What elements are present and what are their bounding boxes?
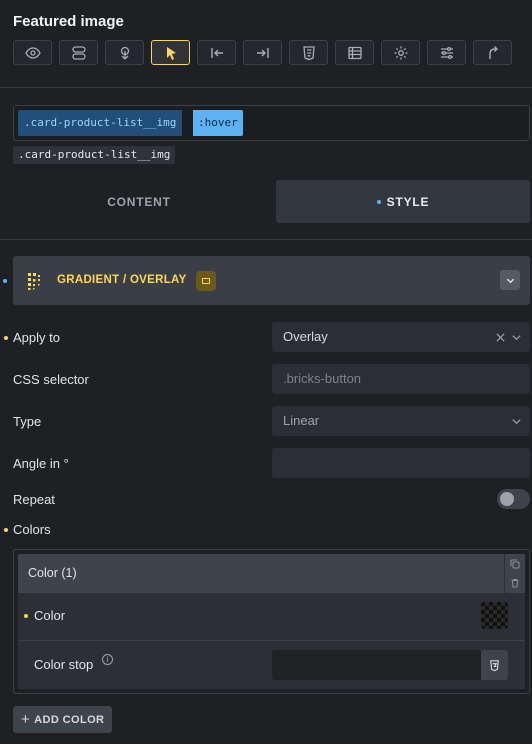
add-color-label: ADD COLOR bbox=[34, 713, 105, 726]
arrow-right-bar-icon bbox=[256, 47, 269, 58]
apply-to-value: Overlay bbox=[283, 329, 328, 344]
toolbar bbox=[13, 40, 512, 65]
color-swatch[interactable] bbox=[481, 602, 508, 629]
repeater-item-header[interactable]: Color (1) bbox=[18, 554, 504, 593]
gradient-icon bbox=[28, 273, 40, 290]
clear-icon[interactable] bbox=[495, 332, 506, 343]
angle-input[interactable] bbox=[272, 448, 530, 478]
trash-icon[interactable] bbox=[510, 578, 520, 588]
chevron-down-icon[interactable] bbox=[500, 270, 520, 290]
list-icon bbox=[347, 46, 362, 59]
apply-to-label: Apply to bbox=[13, 330, 60, 345]
toolbar-export-button[interactable] bbox=[473, 40, 512, 65]
selector-chip[interactable]: .card-product-list__img bbox=[18, 110, 183, 136]
plus-icon: + bbox=[21, 711, 31, 728]
arrow-up-turn-icon bbox=[488, 45, 498, 59]
type-label: Type bbox=[13, 414, 42, 429]
toolbar-before-button[interactable] bbox=[197, 40, 236, 65]
toggle-icon bbox=[71, 45, 86, 60]
eye-icon bbox=[24, 46, 41, 59]
toolbar-toggle-button[interactable] bbox=[59, 40, 98, 65]
toolbar-settings-button[interactable] bbox=[381, 40, 420, 65]
tab-style[interactable]: STYLE bbox=[276, 180, 530, 223]
toolbar-touch-button[interactable] bbox=[105, 40, 144, 65]
css-selector-label: CSS selector bbox=[13, 372, 89, 387]
control-group-gradient[interactable]: GRADIENT / OVERLAY bbox=[13, 256, 530, 305]
modified-dot bbox=[3, 279, 7, 283]
info-icon[interactable]: i bbox=[102, 654, 113, 665]
panel-title: Featured image bbox=[13, 13, 124, 30]
toolbar-html-button[interactable] bbox=[289, 40, 328, 65]
divider bbox=[18, 640, 525, 641]
color-label: Color bbox=[34, 608, 66, 623]
color-stop-input[interactable] bbox=[272, 650, 481, 680]
tab-content[interactable]: CONTENT bbox=[5, 180, 273, 223]
add-color-button[interactable]: + ADD COLOR bbox=[13, 706, 113, 733]
toolbar-list-button[interactable] bbox=[335, 40, 374, 65]
modified-dot bbox=[376, 199, 381, 204]
toggle-knob bbox=[500, 492, 514, 506]
repeat-toggle[interactable] bbox=[497, 489, 530, 509]
repeat-label: Repeat bbox=[13, 492, 55, 507]
group-badge-icon bbox=[196, 271, 216, 291]
modified-dot bbox=[4, 528, 8, 532]
arrow-left-bar-icon bbox=[210, 47, 223, 58]
selector-input[interactable]: .card-product-list__img :hover bbox=[13, 105, 530, 141]
gear-icon bbox=[394, 46, 407, 59]
touch-icon bbox=[120, 46, 129, 60]
copy-icon[interactable] bbox=[510, 559, 520, 569]
chevron-down-icon[interactable] bbox=[511, 332, 522, 343]
chevron-down-icon[interactable] bbox=[511, 416, 522, 427]
angle-label: Angle in ° bbox=[13, 456, 69, 471]
apply-to-select[interactable]: Overlay bbox=[272, 322, 530, 352]
tab-content-label: CONTENT bbox=[107, 194, 171, 209]
toolbar-after-button[interactable] bbox=[243, 40, 282, 65]
tab-style-label: STYLE bbox=[386, 194, 430, 209]
modified-dot bbox=[24, 614, 28, 618]
active-selector-tag[interactable]: .card-product-list__img bbox=[13, 146, 176, 164]
repeater-item-actions bbox=[504, 554, 525, 593]
dynamic-data-icon bbox=[490, 659, 499, 671]
type-select[interactable]: Linear bbox=[272, 406, 530, 436]
colors-label: Colors bbox=[13, 522, 51, 537]
toolbar-visibility-button[interactable] bbox=[13, 40, 52, 65]
modified-dot bbox=[4, 336, 8, 340]
css-selector-input[interactable]: .bricks-button bbox=[272, 364, 530, 394]
type-value: Linear bbox=[283, 413, 320, 428]
divider bbox=[0, 87, 532, 88]
selector-state-chip[interactable]: :hover bbox=[193, 110, 243, 136]
toolbar-sliders-button[interactable] bbox=[427, 40, 466, 65]
toolbar-hover-state-button[interactable] bbox=[151, 40, 190, 65]
color-stop-label: Color stop bbox=[34, 657, 94, 672]
divider bbox=[0, 239, 532, 240]
dynamic-data-button[interactable] bbox=[481, 650, 508, 680]
cursor-icon bbox=[166, 46, 176, 60]
control-group-label: GRADIENT / OVERLAY bbox=[57, 274, 187, 286]
sliders-icon bbox=[440, 46, 453, 59]
html5-icon bbox=[302, 45, 315, 60]
